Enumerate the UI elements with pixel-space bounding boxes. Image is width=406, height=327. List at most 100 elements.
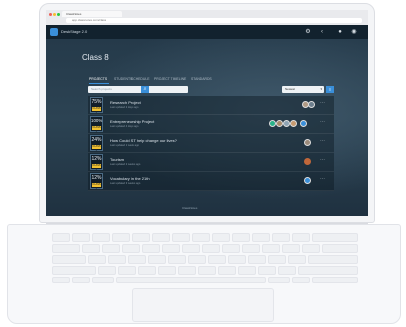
key (272, 233, 290, 242)
key (52, 255, 86, 264)
key (268, 255, 286, 264)
tab-projects[interactable]: PROJECTS (89, 77, 107, 81)
key (292, 277, 310, 283)
avatar[interactable] (308, 101, 315, 108)
avatar-icon[interactable]: ◉ (350, 25, 358, 39)
key (202, 244, 220, 253)
class-badge: CLASS 8 (92, 145, 101, 152)
avatar[interactable] (269, 120, 276, 127)
key (312, 277, 358, 283)
key (168, 255, 186, 264)
progress-box: 100% CLASS 8 (90, 116, 103, 133)
key (198, 266, 216, 275)
project-row[interactable]: 12% CLASS 8 Vocabulary in the 21th Last … (88, 172, 334, 191)
avatar[interactable] (283, 120, 290, 127)
key (218, 266, 236, 275)
key (302, 244, 320, 253)
key (72, 277, 90, 283)
bell-icon[interactable]: ● (336, 25, 344, 39)
project-row[interactable]: 100% CLASS 8 Entrepreneurship Project La… (88, 115, 334, 134)
key (158, 266, 176, 275)
key (222, 244, 240, 253)
key (312, 233, 358, 242)
browser-toolbar: ClassNotes app.classnotes.com/class (46, 10, 368, 25)
key (232, 233, 250, 242)
tab-schedule[interactable]: SCHEDULE (131, 77, 149, 81)
key (242, 244, 260, 253)
project-updated: Last updated 2 days ago (110, 106, 139, 109)
key (322, 244, 358, 253)
more-icon[interactable]: ⋯ (320, 119, 325, 125)
key (268, 277, 290, 283)
sort-select[interactable]: Newest ▾ (282, 86, 324, 93)
address-bar[interactable]: app.classnotes.com/class (66, 18, 362, 23)
project-row[interactable]: 75% CLASS 8 Research Project Last update… (88, 96, 334, 115)
key (252, 233, 270, 242)
avatar[interactable] (304, 139, 311, 146)
avatar[interactable] (304, 158, 311, 165)
progress-percent: 24% (91, 137, 102, 143)
key (128, 255, 146, 264)
progress-box: 12% CLASS 8 (90, 173, 103, 190)
search-input[interactable]: Search projects (88, 86, 188, 93)
more-icon[interactable]: ⋯ (320, 157, 325, 163)
key (258, 266, 276, 275)
key (112, 233, 130, 242)
key (72, 233, 90, 242)
tab-students[interactable]: STUDENTS (114, 77, 132, 81)
avatar[interactable] (304, 177, 311, 184)
project-row[interactable]: 12% CLASS 8 Tourism Last updated 2 weeks… (88, 153, 334, 172)
progress-percent: 100% (91, 118, 103, 123)
project-title: How Could ST help change our lives? (110, 138, 177, 143)
maximize-window-icon[interactable] (57, 13, 60, 16)
key (172, 233, 190, 242)
avatar[interactable] (300, 120, 307, 127)
key (122, 244, 140, 253)
key (92, 233, 110, 242)
chevron-down-icon: ▾ (320, 87, 322, 91)
minimize-window-icon[interactable] (53, 13, 56, 16)
close-window-icon[interactable] (49, 13, 52, 16)
more-icon[interactable]: ⋯ (320, 176, 325, 182)
progress-box: 12% CLASS 8 (90, 154, 103, 171)
progress-percent: 75% (91, 99, 102, 105)
progress-percent: 12% (91, 175, 102, 181)
key (52, 277, 70, 283)
key (282, 244, 300, 253)
key (142, 244, 160, 253)
key (292, 233, 310, 242)
key (98, 266, 116, 275)
filter-icon[interactable]: ≡ (326, 86, 334, 93)
app-logo[interactable] (50, 28, 58, 36)
project-updated: Last updated 2 weeks ago (110, 163, 141, 166)
project-updated: Last updated 1 week ago (110, 144, 139, 147)
project-updated: Last updated 3 weeks ago (110, 182, 141, 185)
key (82, 244, 100, 253)
project-title: Vocabulary in the 21th (110, 176, 150, 181)
footer-logo: ClassNotes (182, 206, 198, 210)
class-badge: CLASS 8 (92, 126, 101, 133)
key (148, 255, 166, 264)
browser-tab[interactable]: ClassNotes (62, 11, 122, 17)
project-title: Entrepreneurship Project (110, 119, 155, 124)
project-title: Tourism (110, 157, 125, 162)
more-icon[interactable]: ⋯ (320, 100, 325, 106)
key (192, 233, 210, 242)
back-arrow-icon[interactable]: ‹ (318, 25, 326, 39)
avatar[interactable] (276, 120, 283, 127)
project-row[interactable]: 24% CLASS 8 How Could ST help change our… (88, 134, 334, 153)
key (262, 244, 280, 253)
keyboard (52, 233, 358, 283)
search-icon[interactable]: ⌕ (141, 86, 149, 93)
project-title: Research Project (110, 100, 141, 105)
more-icon[interactable]: ⋯ (320, 138, 325, 144)
gear-icon[interactable]: ⚙ (304, 25, 312, 39)
key (162, 244, 180, 253)
page-title: Class 8 (82, 53, 109, 62)
key (248, 255, 266, 264)
avatar[interactable] (290, 120, 297, 127)
key (152, 233, 170, 242)
tab-standards[interactable]: STANDARDS (191, 77, 212, 81)
tab-project-timeline[interactable]: PROJECT TIMELINE (154, 77, 186, 81)
key (178, 266, 196, 275)
